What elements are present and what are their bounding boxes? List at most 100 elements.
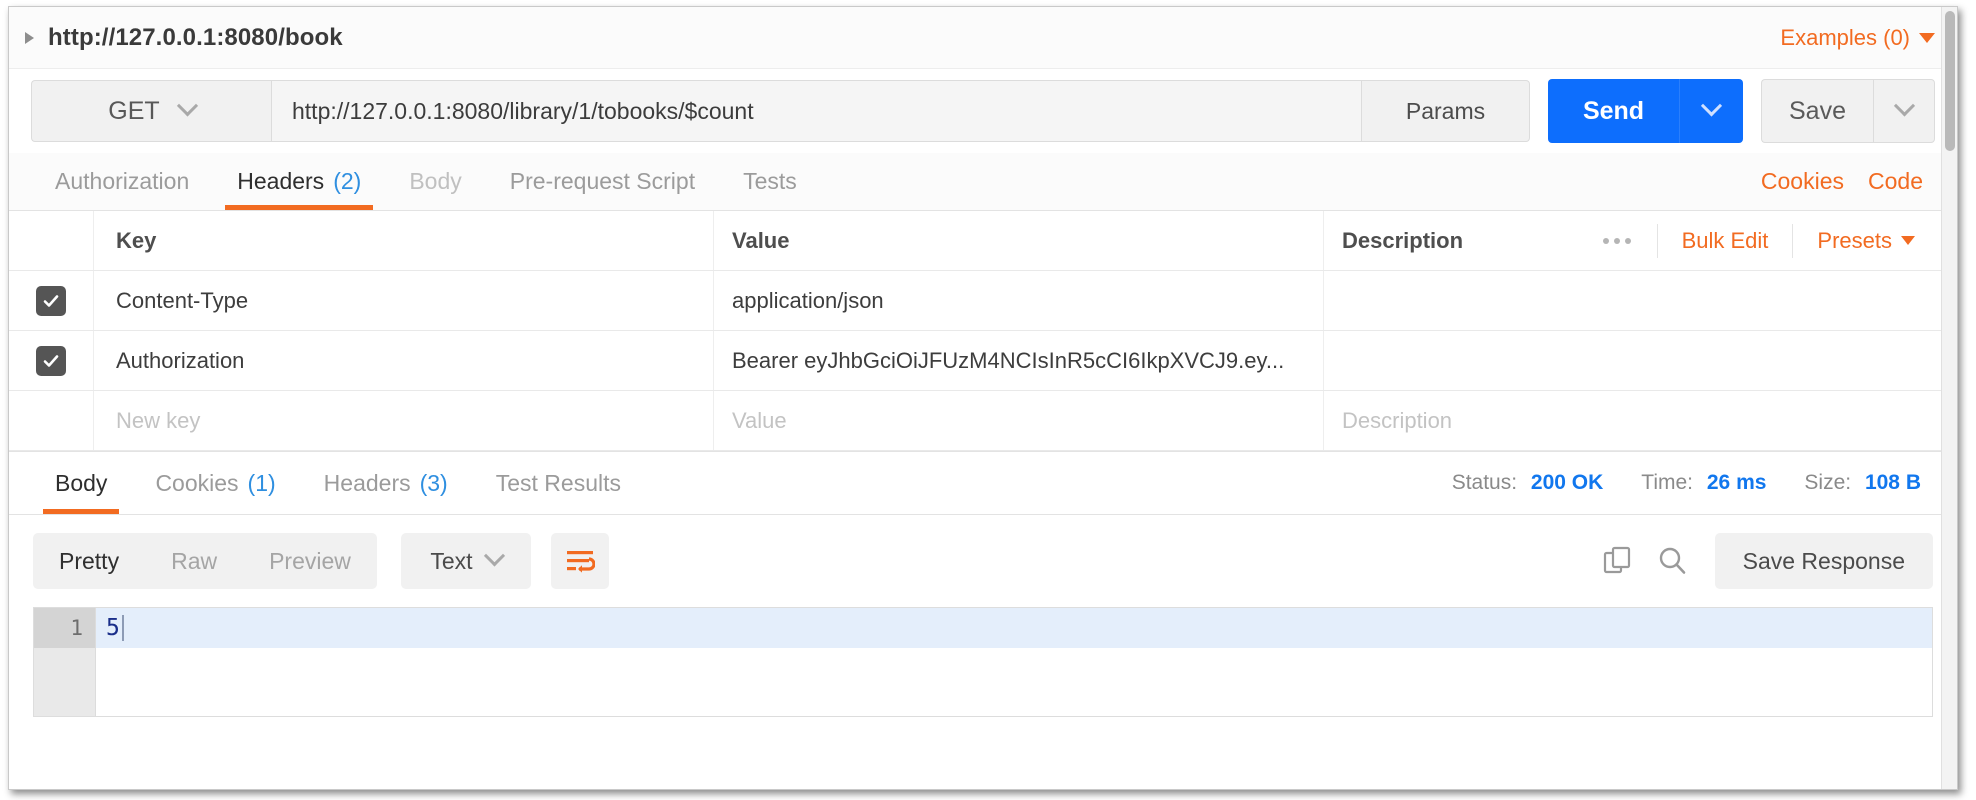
editor-code-area[interactable]: 5 bbox=[96, 608, 1932, 716]
tab-label: Body bbox=[55, 469, 108, 496]
new-row-checkbox-cell bbox=[9, 391, 94, 450]
request-tabs-spacer bbox=[821, 153, 1749, 210]
response-tab-bar: Body Cookies (1) Headers (3) Test Result… bbox=[9, 451, 1957, 515]
chevron-down-icon bbox=[483, 544, 505, 566]
tab-tests[interactable]: Tests bbox=[719, 153, 821, 210]
word-wrap-toggle[interactable] bbox=[550, 533, 609, 589]
new-description-input[interactable]: Description bbox=[1324, 391, 1957, 450]
dot bbox=[1624, 237, 1631, 244]
tab-label: Cookies bbox=[155, 469, 239, 496]
table-header-actions: Bulk Edit Presets bbox=[1577, 211, 1957, 270]
header-description-cell[interactable] bbox=[1324, 271, 1957, 330]
status-indicator: Status: 200 OK bbox=[1452, 471, 1604, 495]
chevron-down-icon bbox=[1893, 94, 1915, 116]
header-key-cell[interactable]: Authorization bbox=[94, 331, 714, 390]
time-indicator: Time: 26 ms bbox=[1641, 471, 1766, 495]
row-checkbox[interactable] bbox=[36, 345, 66, 376]
tab-count: (3) bbox=[419, 469, 448, 496]
text-cursor bbox=[121, 615, 124, 641]
response-format-label: Text bbox=[430, 547, 473, 574]
tab-headers[interactable]: Headers (2) bbox=[213, 153, 385, 210]
tab-label: Tests bbox=[743, 168, 797, 194]
postman-request-window: http://127.0.0.1:8080/book Examples (0) … bbox=[8, 6, 1958, 790]
dot bbox=[1602, 237, 1609, 244]
save-button-group: Save bbox=[1761, 79, 1935, 143]
request-tab-bar: Authorization Headers (2) Body Pre-reque… bbox=[9, 153, 1957, 211]
table-row: Authorization Bearer eyJhbGciOiJFUzM4NCI… bbox=[9, 331, 1957, 391]
request-title-bar: http://127.0.0.1:8080/book Examples (0) bbox=[9, 7, 1957, 69]
code-line[interactable]: 5 bbox=[96, 608, 1932, 648]
header-checkbox-column bbox=[9, 211, 94, 270]
search-icon bbox=[1659, 547, 1685, 574]
column-header-description: Description bbox=[1342, 227, 1464, 253]
new-key-input[interactable]: New key bbox=[94, 391, 714, 450]
size-indicator: Size: 108 B bbox=[1804, 471, 1921, 495]
header-description-cell[interactable] bbox=[1324, 331, 1957, 390]
table-header-row: Key Value Description Bulk Edit Presets bbox=[9, 211, 1957, 271]
size-value: 108 B bbox=[1864, 471, 1921, 494]
tab-pre-request-script[interactable]: Pre-request Script bbox=[486, 153, 719, 210]
presets-label: Presets bbox=[1817, 227, 1892, 253]
tab-count: (1) bbox=[247, 469, 276, 496]
view-preview-button[interactable]: Preview bbox=[243, 533, 377, 589]
more-options-icon[interactable] bbox=[1577, 223, 1658, 258]
save-button[interactable]: Save bbox=[1761, 79, 1873, 143]
header-value-cell[interactable]: application/json bbox=[714, 271, 1324, 330]
copy-button[interactable] bbox=[1591, 534, 1645, 588]
view-raw-button[interactable]: Raw bbox=[145, 533, 243, 589]
url-input[interactable]: http://127.0.0.1:8080/library/1/tobooks/… bbox=[271, 80, 1362, 142]
response-tab-body[interactable]: Body bbox=[31, 452, 131, 514]
search-button[interactable] bbox=[1645, 534, 1699, 588]
tab-authorization[interactable]: Authorization bbox=[31, 153, 213, 210]
cookies-link[interactable]: Cookies bbox=[1749, 153, 1856, 210]
table-row: Content-Type application/json bbox=[9, 271, 1957, 331]
response-tab-test-results[interactable]: Test Results bbox=[472, 452, 645, 514]
status-value: 200 OK bbox=[1530, 471, 1604, 494]
row-checkbox-cell bbox=[9, 331, 94, 390]
tab-body[interactable]: Body bbox=[385, 153, 485, 210]
http-method-label: GET bbox=[108, 96, 160, 125]
response-tabs-spacer bbox=[645, 452, 1452, 514]
editor-gutter: 1 bbox=[34, 608, 96, 716]
chevron-down-icon bbox=[1901, 236, 1915, 245]
tab-label: Headers bbox=[323, 469, 411, 496]
line-number: 1 bbox=[34, 608, 95, 648]
http-method-selector[interactable]: GET bbox=[31, 80, 271, 142]
response-view-switcher: Pretty Raw Preview bbox=[33, 533, 377, 589]
tab-label: Authorization bbox=[55, 168, 190, 194]
response-body-editor[interactable]: 1 5 bbox=[33, 607, 1933, 717]
vertical-scrollbar[interactable] bbox=[1941, 7, 1957, 789]
send-button-group: Send bbox=[1548, 79, 1743, 143]
code-link[interactable]: Code bbox=[1856, 153, 1935, 210]
row-checkbox[interactable] bbox=[36, 285, 66, 316]
triangle-right-icon[interactable] bbox=[25, 31, 34, 44]
header-value-cell[interactable]: Bearer eyJhbGciOiJFUzM4NCIsInR5cCI6IkpXV… bbox=[714, 331, 1324, 390]
scrollbar-thumb[interactable] bbox=[1945, 11, 1955, 151]
send-options-button[interactable] bbox=[1679, 79, 1743, 143]
send-button[interactable]: Send bbox=[1548, 79, 1679, 143]
examples-label: Examples (0) bbox=[1780, 24, 1910, 50]
word-wrap-icon bbox=[566, 551, 595, 573]
examples-dropdown[interactable]: Examples (0) bbox=[1780, 25, 1935, 51]
response-meta: Status: 200 OK Time: 26 ms Size: 108 B bbox=[1452, 452, 1935, 514]
response-tab-headers[interactable]: Headers (3) bbox=[300, 452, 472, 514]
new-value-input[interactable]: Value bbox=[714, 391, 1324, 450]
save-response-button[interactable]: Save Response bbox=[1714, 533, 1933, 589]
params-button[interactable]: Params bbox=[1362, 80, 1530, 142]
dot bbox=[1613, 237, 1620, 244]
bulk-edit-button[interactable]: Bulk Edit bbox=[1658, 223, 1794, 258]
size-label: Size: bbox=[1804, 471, 1852, 494]
presets-dropdown[interactable]: Presets bbox=[1793, 224, 1939, 258]
response-format-dropdown[interactable]: Text bbox=[400, 533, 531, 589]
tab-count: (2) bbox=[333, 168, 362, 194]
copy-icon bbox=[1603, 546, 1630, 574]
response-tab-cookies[interactable]: Cookies (1) bbox=[131, 452, 299, 514]
save-options-button[interactable] bbox=[1873, 79, 1935, 143]
row-checkbox-cell bbox=[9, 271, 94, 330]
tab-label: Body bbox=[409, 168, 462, 194]
table-new-row: New key Value Description bbox=[9, 391, 1957, 451]
view-pretty-button[interactable]: Pretty bbox=[33, 533, 145, 589]
chevron-down-icon bbox=[1919, 32, 1935, 43]
header-key-cell[interactable]: Content-Type bbox=[94, 271, 714, 330]
response-toolbar: Pretty Raw Preview Text Save Response bbox=[9, 515, 1957, 607]
